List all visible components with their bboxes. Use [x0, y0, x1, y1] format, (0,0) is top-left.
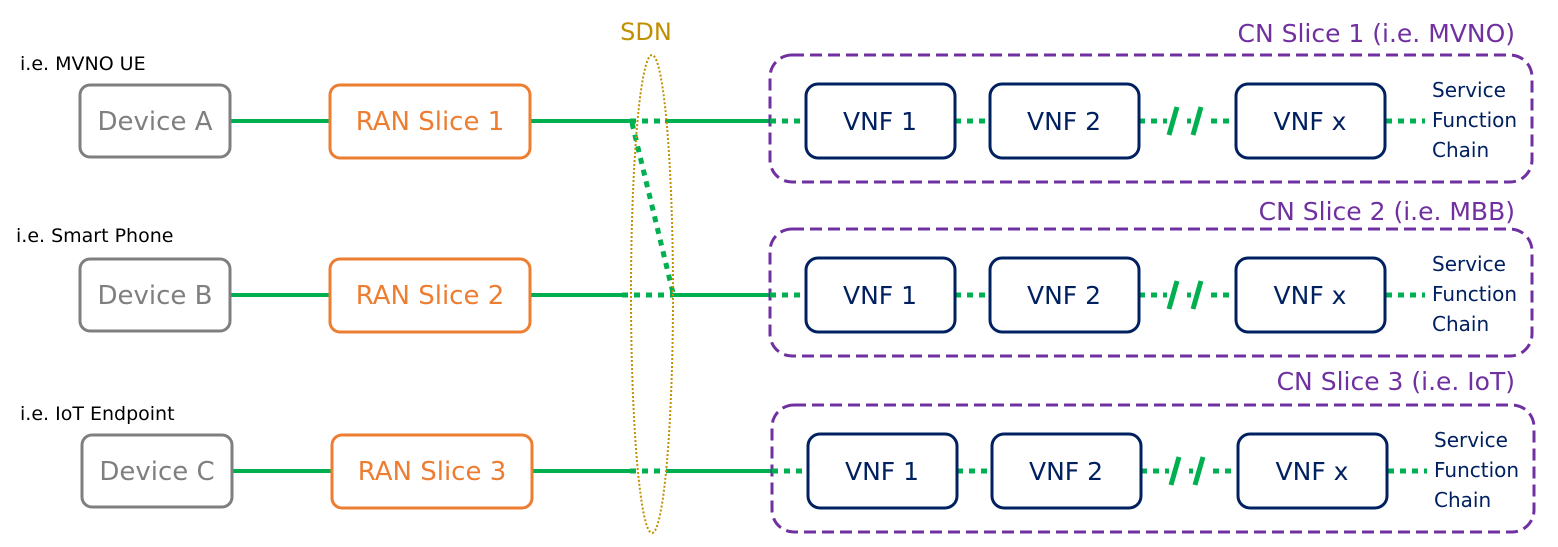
device-caption: i.e. IoT Endpoint: [20, 403, 175, 425]
device-label: Device A: [98, 107, 213, 137]
service-function-chain-label: Function: [1434, 458, 1519, 482]
sdn-cross-link: [629, 122, 676, 294]
service-function-chain-label: Function: [1432, 108, 1517, 132]
service-function-chain-label: Service: [1432, 252, 1506, 276]
vnf-label: VNF x: [1276, 457, 1349, 486]
service-function-chain-label: Chain: [1434, 488, 1491, 512]
ran-slice-label: RAN Slice 3: [358, 457, 507, 487]
vnf-label: VNF 1: [843, 107, 917, 136]
device-caption: i.e. MVNO UE: [20, 53, 146, 75]
vnf-label: VNF 2: [1029, 457, 1103, 486]
device-label: Device C: [99, 457, 214, 487]
device-caption: i.e. Smart Phone: [16, 225, 173, 247]
ran-slice-label: RAN Slice 2: [356, 281, 505, 311]
vnf-label: VNF 2: [1027, 281, 1101, 310]
vnf-label: VNF x: [1274, 107, 1347, 136]
network-slicing-diagram: SDN i.e. MVNO UE Device A RAN Slice 1 CN Sl…: [16, 18, 1536, 534]
vnf-label: VNF 1: [843, 281, 917, 310]
vnf-label: VNF x: [1274, 281, 1347, 310]
service-function-chain-label: Service: [1434, 428, 1508, 452]
service-function-chain-label: Function: [1432, 282, 1517, 306]
cn-slice-title: CN Slice 1 (i.e. MVNO): [1237, 19, 1515, 48]
cn-slice-title: CN Slice 3 (i.e. IoT): [1277, 367, 1515, 396]
sdn-label: SDN: [620, 18, 672, 46]
vnf-label: VNF 2: [1027, 107, 1101, 136]
ran-slice-label: RAN Slice 1: [356, 107, 505, 137]
service-function-chain-label: Chain: [1432, 138, 1489, 162]
cn-slice-title: CN Slice 2 (i.e. MBB): [1259, 197, 1515, 226]
service-function-chain-label: Chain: [1432, 312, 1489, 336]
device-label: Device B: [97, 281, 212, 311]
vnf-label: VNF 1: [845, 457, 919, 486]
service-function-chain-label: Service: [1432, 78, 1506, 102]
